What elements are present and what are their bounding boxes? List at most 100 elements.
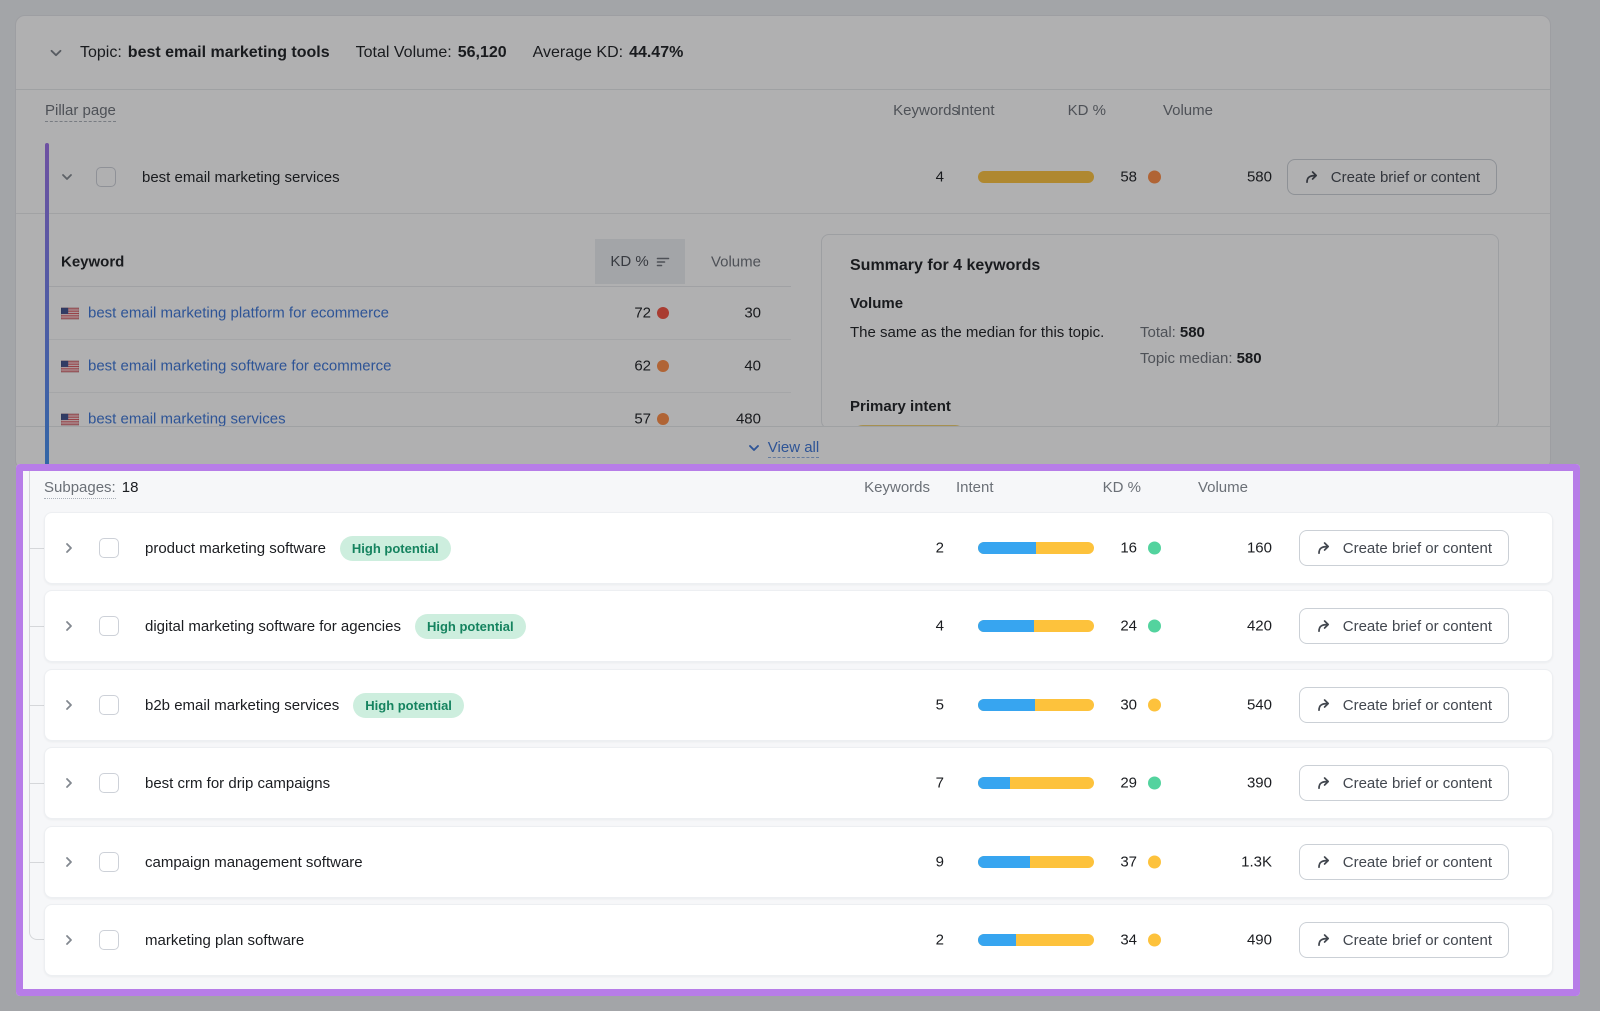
intent-segment-informational <box>978 699 1035 711</box>
subpage-title: campaign management software <box>145 854 363 871</box>
volume-value: 480 <box>736 411 761 428</box>
intent-segment-informational <box>978 856 1030 868</box>
tree-connector <box>30 705 44 706</box>
create-brief-button[interactable]: Create brief or content <box>1299 687 1509 723</box>
summary-panel: Summary for 4 keywords Volume The same a… <box>821 234 1499 429</box>
keywords-count: 5 <box>936 697 944 714</box>
corner-up-right-arrow-icon <box>1316 932 1333 948</box>
subpages-header: Subpages: 18 <box>44 479 138 499</box>
topic-label: Topic: <box>80 44 122 62</box>
topic-panel: Topic: best email marketing tools Total … <box>15 15 1551 470</box>
tree-connector <box>30 783 44 784</box>
tree-connector <box>30 626 44 627</box>
create-brief-button[interactable]: Create brief or content <box>1299 922 1509 958</box>
row-checkbox[interactable] <box>99 695 119 715</box>
column-header-intent: Intent <box>956 479 994 496</box>
chevron-right-icon[interactable] <box>61 541 77 555</box>
high-potential-badge: High potential <box>353 693 464 718</box>
kd-difficulty-dot <box>657 360 669 372</box>
topic-value: best email marketing tools <box>128 44 330 62</box>
subpage-row[interactable]: digital marketing software for agencies … <box>44 590 1553 662</box>
chevron-right-icon[interactable] <box>61 933 77 947</box>
kd-value: 29 <box>1120 775 1137 792</box>
us-flag-icon <box>61 413 79 425</box>
volume-value: 580 <box>1247 169 1272 186</box>
view-all-link[interactable]: View all <box>747 439 819 458</box>
keywords-count: 4 <box>936 618 944 635</box>
create-brief-button[interactable]: Create brief or content <box>1287 159 1497 195</box>
corner-up-right-arrow-icon <box>1316 775 1333 791</box>
subpage-row[interactable]: campaign management software 9 37 1.3K C… <box>44 826 1553 898</box>
column-header-keywords: Keywords <box>864 479 930 496</box>
chevron-right-icon[interactable] <box>61 619 77 633</box>
column-header-intent: Intent <box>957 102 995 119</box>
create-brief-button[interactable]: Create brief or content <box>1299 608 1509 644</box>
topic-median-value: 580 <box>1237 350 1262 367</box>
row-checkbox[interactable] <box>99 616 119 636</box>
column-header-volume: Volume <box>1163 102 1213 119</box>
average-kd-value: 44.47% <box>629 44 683 62</box>
volume-value: 1.3K <box>1241 854 1272 871</box>
keyword-link[interactable]: best email marketing platform for ecomme… <box>88 305 389 322</box>
subpage-title: b2b email marketing services <box>145 697 339 714</box>
keyword-row[interactable]: best email marketing software for ecomme… <box>49 340 791 393</box>
subpage-row[interactable]: product marketing software High potentia… <box>44 512 1553 584</box>
volume-value: 390 <box>1247 775 1272 792</box>
corner-up-right-arrow-icon <box>1304 169 1321 185</box>
create-brief-button[interactable]: Create brief or content <box>1299 765 1509 801</box>
tree-connector <box>30 548 44 549</box>
row-checkbox[interactable] <box>99 930 119 950</box>
chevron-down-icon[interactable] <box>48 45 64 61</box>
topic-median-label: Topic median: <box>1140 350 1233 367</box>
row-checkbox[interactable] <box>99 773 119 793</box>
summary-volume-text: The same as the median for this topic. <box>850 324 1140 376</box>
tree-connector-elbow <box>29 925 44 940</box>
kd-difficulty-dot <box>1148 542 1161 555</box>
keywords-count: 4 <box>936 169 944 186</box>
intent-bar <box>978 542 1094 554</box>
chevron-right-icon[interactable] <box>61 855 77 869</box>
row-checkbox[interactable] <box>99 852 119 872</box>
total-volume-label: Total Volume: <box>356 44 452 62</box>
chevron-down-icon <box>747 441 761 455</box>
create-brief-button[interactable]: Create brief or content <box>1299 530 1509 566</box>
intent-segment-informational <box>978 934 1016 946</box>
corner-up-right-arrow-icon <box>1316 697 1333 713</box>
pillar-tree-trunk <box>45 143 49 471</box>
subpages-label[interactable]: Subpages: <box>44 479 116 499</box>
intent-bar <box>978 777 1094 789</box>
chevron-down-icon[interactable] <box>60 170 74 184</box>
keyword-link[interactable]: best email marketing services <box>88 411 286 428</box>
corner-up-right-arrow-icon <box>1316 540 1333 556</box>
kd-value: 34 <box>1120 932 1137 949</box>
kd-sort-header[interactable]: KD % <box>595 239 685 284</box>
pillar-page-label[interactable]: Pillar page <box>45 102 116 122</box>
subpage-row[interactable]: marketing plan software 2 34 490 Create … <box>44 904 1553 976</box>
volume-column-header: Volume <box>711 253 761 270</box>
keyword-column-header: Keyword <box>61 253 124 270</box>
keyword-table: Keyword KD % Volume best email marketing… <box>49 237 791 445</box>
topic-header-bar: Topic: best email marketing tools Total … <box>16 16 1550 90</box>
column-header-kd: KD % <box>1103 479 1141 496</box>
sort-descending-icon <box>656 256 670 268</box>
volume-value: 40 <box>744 358 761 375</box>
kd-difficulty-dot <box>1148 856 1161 869</box>
keyword-row[interactable]: best email marketing platform for ecomme… <box>49 287 791 340</box>
average-kd-label: Average KD: <box>533 44 623 62</box>
keywords-count: 7 <box>936 775 944 792</box>
chevron-right-icon[interactable] <box>61 698 77 712</box>
row-checkbox[interactable] <box>96 167 116 187</box>
kd-value: 37 <box>1120 854 1137 871</box>
row-checkbox[interactable] <box>99 538 119 558</box>
subpage-row[interactable]: b2b email marketing services High potent… <box>44 669 1553 741</box>
chevron-right-icon[interactable] <box>61 776 77 790</box>
kd-value: 24 <box>1120 618 1137 635</box>
create-brief-button[interactable]: Create brief or content <box>1299 844 1509 880</box>
column-header-keywords: Keywords <box>893 102 959 119</box>
kd-difficulty-dot <box>657 413 669 425</box>
keyword-link[interactable]: best email marketing software for ecomme… <box>88 358 391 375</box>
keywords-count: 9 <box>936 854 944 871</box>
subpage-row[interactable]: best crm for drip campaigns 7 29 390 Cre… <box>44 747 1553 819</box>
corner-up-right-arrow-icon <box>1316 854 1333 870</box>
pillar-row[interactable]: best email marketing services 4 58 580 C… <box>16 141 1550 214</box>
